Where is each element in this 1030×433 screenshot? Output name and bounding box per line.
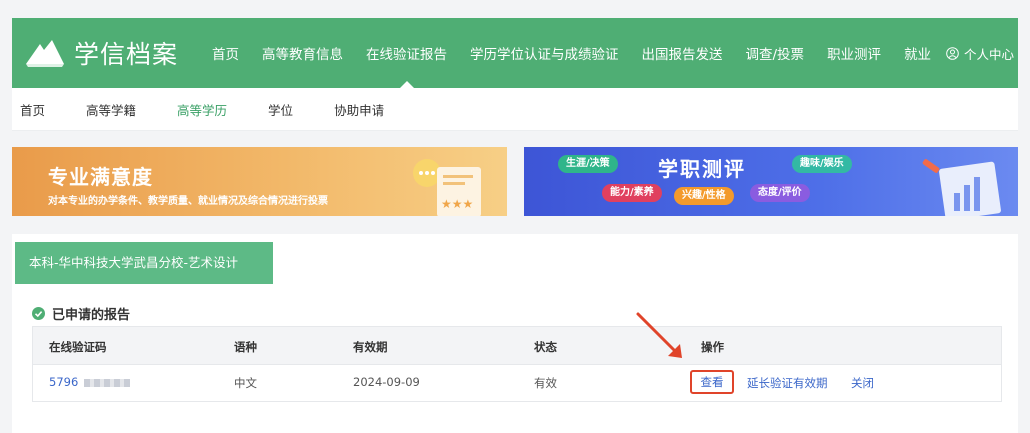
nav-item-higher-education[interactable]: 高等教育信息: [262, 18, 343, 88]
subnav-item-degree[interactable]: 学位: [268, 100, 293, 119]
sub-navbar: 首页 高等学籍 高等学历 学位 协助申请: [12, 88, 1018, 131]
language-cell: 中文: [234, 376, 257, 390]
chart-illustration-icon: [922, 159, 1001, 216]
status-cell: 有效: [534, 376, 557, 390]
career-assessment-banner[interactable]: 学职测评 生涯/决策 趣味/娱乐 能力/素养 兴趣/性格 态度/评价: [524, 147, 1018, 216]
nav-item-career-assessment[interactable]: 职业测评: [827, 18, 881, 88]
expiry-cell: 2024-09-09: [353, 375, 420, 389]
user-center-label: 个人中心: [963, 46, 1014, 62]
check-circle-icon: [32, 307, 45, 320]
pill-attitude-evaluation: 态度/评价: [750, 184, 810, 202]
nav-item-survey-vote[interactable]: 调查/投票: [746, 18, 805, 88]
nav-item-home[interactable]: 首页: [212, 18, 239, 88]
top-navbar: 学信档案 首页 高等教育信息 在线验证报告 学历学位认证与成绩验证 出国报告发送…: [12, 18, 1018, 88]
column-header-language: 语种: [234, 340, 257, 354]
table-header: 在线验证码 语种 有效期 状态 操作: [33, 327, 1001, 365]
records-card: 本科-华中科技大学武昌分校-艺术设计 已申请的报告 在线验证码 语种 有效期 状…: [12, 234, 1018, 433]
subnav-item-academic-record[interactable]: 高等学历: [177, 100, 227, 119]
pill-career-decision: 生涯/决策: [558, 155, 618, 173]
subnav-item-student-status[interactable]: 高等学籍: [86, 100, 136, 119]
section-title: 已申请的报告: [32, 304, 130, 323]
close-report-link[interactable]: 关闭: [851, 375, 874, 391]
user-icon: [946, 46, 959, 60]
column-header-code: 在线验证码: [49, 340, 107, 354]
pill-ability-literacy: 能力/素养: [602, 184, 662, 202]
banner-subtitle: 对本专业的办学条件、教学质量、就业情况及综合情况进行投票: [48, 196, 328, 207]
school-major-tab[interactable]: 本科-华中科技大学武昌分校-艺术设计: [15, 242, 273, 284]
section-title-text: 已申请的报告: [52, 308, 131, 323]
view-report-button[interactable]: 查看: [690, 370, 734, 394]
major-satisfaction-banner[interactable]: 专业满意度 对本专业的办学条件、教学质量、就业情况及综合情况进行投票 ★★★: [12, 147, 507, 216]
nav-item-online-verification[interactable]: 在线验证报告: [366, 18, 447, 88]
nav-item-degree-certification[interactable]: 学历学位认证与成绩验证: [470, 18, 619, 88]
column-header-status: 状态: [534, 340, 557, 354]
svg-text:★★★: ★★★: [441, 197, 473, 211]
redacted-code-mask: [84, 378, 131, 387]
subnav-item-assist-apply[interactable]: 协助申请: [334, 100, 384, 119]
app-frame: 学信档案 首页 高等教育信息 在线验证报告 学历学位认证与成绩验证 出国报告发送…: [12, 18, 1018, 433]
pill-interest-personality: 兴趣/性格: [674, 187, 734, 205]
user-center-link[interactable]: 个人中心: [946, 18, 1014, 88]
logo[interactable]: 学信档案: [24, 35, 200, 71]
nav-item-overseas-report[interactable]: 出国报告发送: [642, 18, 723, 88]
subnav-item-home[interactable]: 首页: [20, 100, 45, 119]
banner-title: 专业满意度: [48, 165, 153, 189]
main-nav: 首页 高等教育信息 在线验证报告 学历学位认证与成绩验证 出国报告发送 调查/投…: [212, 18, 954, 88]
pill-fun-entertainment: 趣味/娱乐: [792, 155, 852, 173]
logo-text: 学信档案: [74, 40, 179, 69]
verification-code-cell[interactable]: 5796: [49, 375, 131, 389]
rating-illustration-icon: ★★★: [413, 159, 481, 216]
logo-icon: [26, 40, 64, 67]
extend-validity-link[interactable]: 延长验证有效期: [747, 375, 828, 391]
reports-table: 在线验证码 语种 有效期 状态 操作 5796 中文 2024-09-09 有效…: [32, 326, 1002, 402]
verification-code[interactable]: 5796: [49, 375, 78, 389]
nav-item-employment[interactable]: 就业: [904, 18, 931, 88]
column-header-actions: 操作: [701, 340, 724, 354]
column-header-expiry: 有效期: [353, 340, 388, 354]
banner-title: 学职测评: [658, 157, 746, 181]
